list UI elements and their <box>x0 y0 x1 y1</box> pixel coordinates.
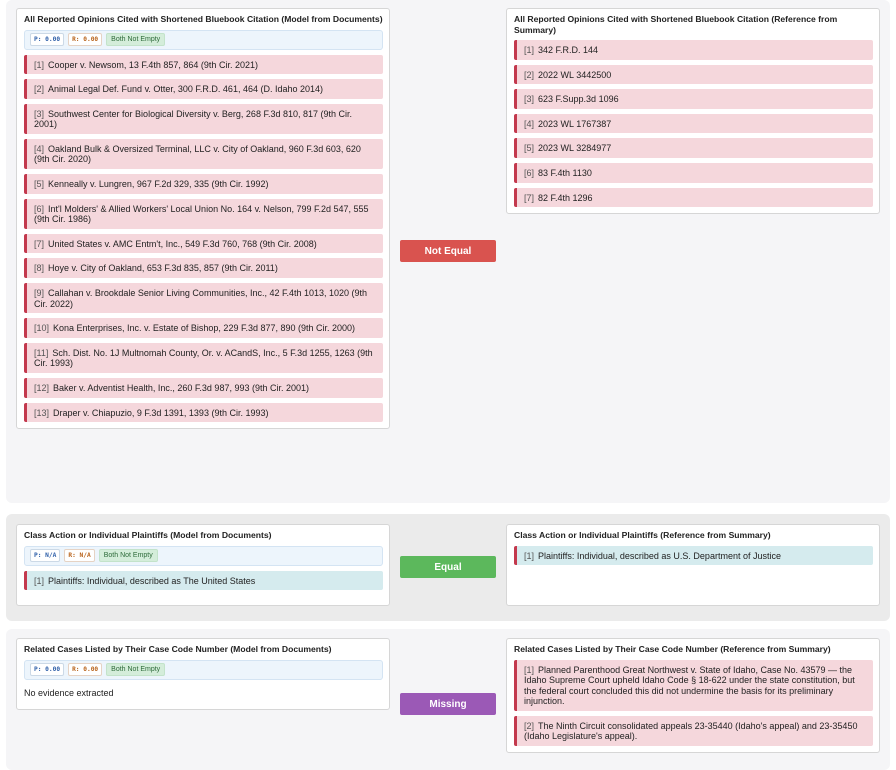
recall-chip: R: 0.00 <box>68 663 103 676</box>
model-panel-plaintiffs: Class Action or Individual Plaintiffs (M… <box>16 524 390 606</box>
evidence-item: [11] Sch. Dist. No. 1J Multnomah County, … <box>24 342 383 373</box>
evidence-item: [1] Planned Parenthood Great Northwest v.… <box>514 659 873 711</box>
no-evidence-text: No evidence extracted <box>24 687 114 698</box>
evidence-item: [4] 2023 WL 1767387 <box>514 113 873 134</box>
status-badge: Both Not Empty <box>106 663 166 676</box>
evidence-item: [2] Animal Legal Def. Fund v. Otter, 300 … <box>24 79 383 99</box>
evidence-item: [3] 623 F.Supp.3d 1096 <box>514 89 873 109</box>
verdict-badge: Equal <box>400 556 496 578</box>
evidence-item: [10] Kona Enterprises, Inc. v. Estate of … <box>24 318 383 338</box>
panel-title: Related Cases Listed by Their Case Code … <box>24 644 332 654</box>
evidence-item: [1] 342 F.R.D. 144 <box>514 40 873 60</box>
evidence-item: [1] Cooper v. Newsom, 13 F.4th 857, 864 (… <box>24 54 383 75</box>
evidence-item: [3] Southwest Center for Biological Diver… <box>24 103 383 134</box>
precision-chip: P: 0.00 <box>30 663 65 676</box>
evidence-item: [1] Plaintiffs: Individual, described as … <box>514 545 873 566</box>
evidence-item: [2] The Ninth Circuit consolidated appeal… <box>514 715 873 747</box>
evidence-item: [2] 2022 WL 3442500 <box>514 64 873 85</box>
status-badge: Both Not Empty <box>106 33 166 46</box>
evidence-list: [1] Cooper v. Newsom, 13 F.4th 857, 864 (… <box>24 54 383 423</box>
evidence-list: [1] 342 F.R.D. 144 [2] 2022 WL 3442500 [3]… <box>514 40 873 208</box>
comparison-section-plaintiffs: Class Action or Individual Plaintiffs (M… <box>6 514 890 621</box>
reference-panel-plaintiffs: Class Action or Individual Plaintiffs (R… <box>506 524 880 606</box>
evidence-list: [1] Plaintiffs: Individual, described as … <box>24 570 383 591</box>
comparison-section-opinions: All Reported Opinions Cited with Shorten… <box>6 0 890 503</box>
panel-title: Class Action or Individual Plaintiffs (M… <box>24 530 272 540</box>
evidence-item: [12] Baker v. Adventist Health, Inc., 260… <box>24 378 383 398</box>
model-panel-related-cases: Related Cases Listed by Their Case Code … <box>16 638 390 710</box>
evidence-item: [6] Int'l Molders' & Allied Workers' Loca… <box>24 198 383 229</box>
verdict-badge: Not Equal <box>400 240 496 262</box>
evidence-item: [7] United States v. AMC Entm't, Inc., 54… <box>24 233 383 254</box>
status-badge: Both Not Empty <box>98 549 158 562</box>
verdict-badge: Missing <box>400 693 496 715</box>
evidence-item: [9] Callahan v. Brookdale Senior Living C… <box>24 283 383 314</box>
panel-title: Related Cases Listed by Their Case Code … <box>514 644 831 654</box>
precision-chip: P: N/A <box>30 549 61 562</box>
recall-chip: R: N/A <box>64 549 95 562</box>
evidence-item: [5] Kenneally v. Lungren, 967 F.2d 329, 3… <box>24 174 383 194</box>
evidence-item: [7] 82 F.4th 1296 <box>514 187 873 208</box>
evidence-item: [4] Oakland Bulk & Oversized Terminal, LL… <box>24 138 383 170</box>
panel-title: All Reported Opinions Cited with Shorten… <box>514 14 838 35</box>
reference-panel-related-cases: Related Cases Listed by Their Case Code … <box>506 638 880 754</box>
metrics-bar: P: N/A R: N/A Both Not Empty <box>24 545 383 566</box>
evidence-list: [1] Planned Parenthood Great Northwest v.… <box>514 659 873 747</box>
evidence-list: [1] Plaintiffs: Individual, described as … <box>514 545 873 566</box>
model-panel-opinions: All Reported Opinions Cited with Shorten… <box>16 8 390 430</box>
recall-chip: R: 0.00 <box>68 33 103 46</box>
metrics-bar: P: 0.00 R: 0.00 Both Not Empty <box>24 659 383 680</box>
precision-chip: P: 0.00 <box>30 33 65 46</box>
comparison-section-related-cases: Related Cases Listed by Their Case Code … <box>6 629 890 770</box>
evidence-item: [1] Plaintiffs: Individual, described as … <box>24 570 383 591</box>
panel-title: All Reported Opinions Cited with Shorten… <box>24 14 383 24</box>
metrics-bar: P: 0.00 R: 0.00 Both Not Empty <box>24 29 383 50</box>
evidence-item: [13] Draper v. Chiapuzio, 9 F.3d 1391, 13… <box>24 402 383 423</box>
panel-title: Class Action or Individual Plaintiffs (R… <box>514 530 771 540</box>
evidence-item: [8] Hoye v. City of Oakland, 653 F.3d 835… <box>24 258 383 279</box>
evidence-item: [5] 2023 WL 3284977 <box>514 138 873 158</box>
evidence-item: [6] 83 F.4th 1130 <box>514 162 873 183</box>
reference-panel-opinions: All Reported Opinions Cited with Shorten… <box>506 8 880 215</box>
